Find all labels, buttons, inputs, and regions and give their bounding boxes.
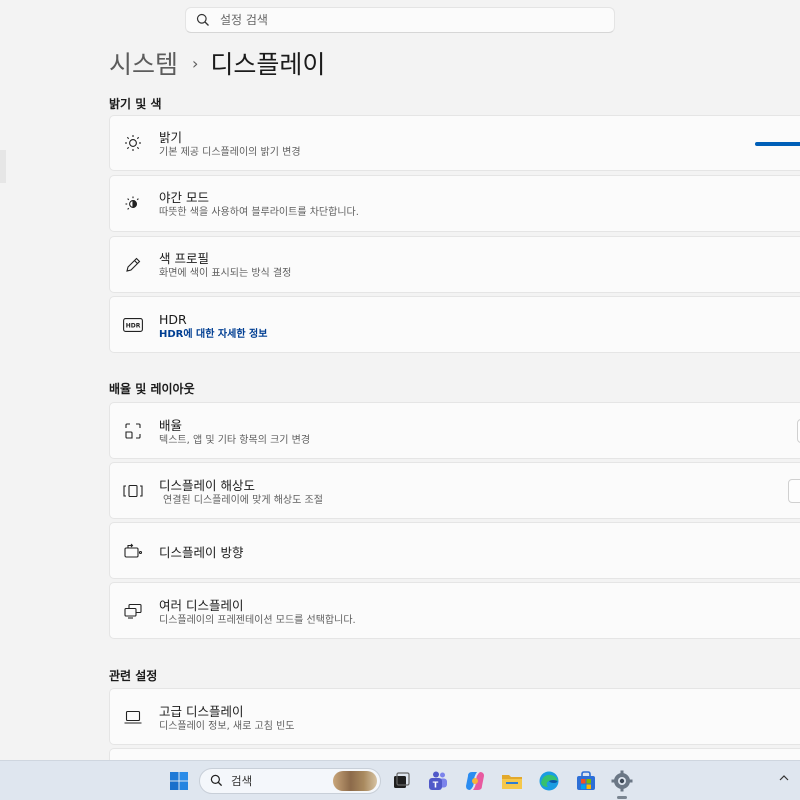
color-profile-subtitle: 화면에 색이 표시되는 방식 결정: [159, 268, 292, 279]
taskbar: 검색 T: [0, 760, 800, 800]
hdr-title: HDR: [159, 312, 187, 327]
resolution-title: 디스플레이 해상도: [159, 478, 255, 493]
breadcrumb-separator: ›: [192, 53, 199, 73]
taskbar-search-label: 검색: [231, 774, 253, 788]
section-title-brightness-color: 밝기 및 색: [109, 97, 162, 111]
scale-subtitle: 텍스트, 앱 및 기타 항목의 크기 변경: [159, 435, 311, 446]
scale-card[interactable]: 배율 텍스트, 앱 및 기타 항목의 크기 변경: [109, 402, 800, 459]
night-mode-title: 야간 모드: [159, 190, 209, 205]
night-mode-subtitle: 따뜻한 색을 사용하여 블루라이트를 차단합니다.: [159, 207, 359, 218]
task-view-icon[interactable]: [389, 769, 413, 793]
taskbar-search-icon: [210, 772, 223, 791]
brightness-subtitle: 기본 제공 디스플레이의 밝기 변경: [159, 147, 301, 158]
laptop-icon: [123, 707, 143, 727]
hdr-card[interactable]: HDR HDR HDR에 대한 자세한 정보: [109, 296, 800, 353]
scale-title: 배율: [159, 418, 183, 433]
section-title-related: 관련 설정: [109, 669, 158, 683]
search-icon: [196, 13, 210, 27]
pen-icon: [123, 255, 143, 275]
hdr-icon: HDR: [123, 315, 143, 335]
svg-text:HDR: HDR: [126, 322, 141, 329]
night-mode-card[interactable]: 야간 모드 따뜻한 색을 사용하여 블루라이트를 차단합니다.: [109, 175, 800, 232]
multiple-displays-title: 여러 디스플레이: [159, 598, 244, 613]
page-title: 디스플레이: [210, 50, 326, 79]
color-profile-card[interactable]: 색 프로필 화면에 색이 표시되는 방식 결정: [109, 236, 800, 293]
brightness-card[interactable]: 밝기 기본 제공 디스플레이의 밝기 변경: [109, 115, 800, 171]
settings-icon[interactable]: [610, 769, 634, 793]
brightness-title: 밝기: [159, 130, 183, 145]
hdr-info-link[interactable]: HDR에 대한 자세한 정보: [159, 328, 267, 342]
file-explorer-icon[interactable]: [500, 769, 524, 793]
orientation-card[interactable]: 디스플레이 방향: [109, 522, 800, 579]
advanced-display-card[interactable]: 고급 디스플레이 디스플레이 정보, 새로 고침 빈도: [109, 688, 800, 745]
breadcrumb: 시스템 › 디스플레이: [109, 43, 325, 83]
resolution-card[interactable]: 디스플레이 해상도 연결된 디스플레이에 맞게 해상도 조절: [109, 462, 800, 519]
multiple-displays-subtitle: 디스플레이의 프레젠테이션 모드를 선택합니다.: [159, 615, 356, 626]
resolution-dropdown[interactable]: [788, 479, 800, 503]
multi-display-icon: [123, 601, 143, 621]
windows-start-icon[interactable]: [167, 769, 191, 793]
resolution-subtitle: 연결된 디스플레이에 맞게 해상도 조절: [163, 495, 323, 506]
copilot-icon[interactable]: [463, 769, 487, 793]
advanced-display-title: 고급 디스플레이: [159, 704, 244, 719]
search-input[interactable]: [220, 13, 580, 27]
section-title-scale-layout: 배율 및 레이아웃: [109, 382, 195, 396]
edge-icon[interactable]: [537, 769, 561, 793]
orientation-title: 디스플레이 방향: [159, 545, 244, 560]
multiple-displays-card[interactable]: 여러 디스플레이 디스플레이의 프레젠테이션 모드를 선택합니다.: [109, 582, 800, 639]
breadcrumb-parent[interactable]: 시스템: [109, 45, 178, 81]
brightness-slider[interactable]: [755, 142, 800, 146]
active-app-indicator: [617, 796, 627, 799]
advanced-display-subtitle: 디스플레이 정보, 새로 고침 빈도: [159, 721, 295, 732]
color-profile-title: 색 프로필: [159, 251, 209, 266]
night-light-icon: [123, 194, 143, 214]
settings-search-box[interactable]: [185, 7, 615, 33]
resolution-icon: [123, 481, 143, 501]
chevron-up-icon[interactable]: [779, 771, 789, 786]
teams-icon[interactable]: T: [426, 769, 450, 793]
sun-icon: [123, 133, 143, 153]
svg-text:T: T: [433, 781, 439, 790]
scale-icon: [123, 421, 143, 441]
taskbar-search[interactable]: 검색: [199, 768, 381, 794]
store-icon[interactable]: [574, 769, 598, 793]
nav-edge-indicator: [0, 150, 6, 183]
orientation-icon: [123, 541, 143, 561]
search-highlight-image: [333, 771, 377, 791]
